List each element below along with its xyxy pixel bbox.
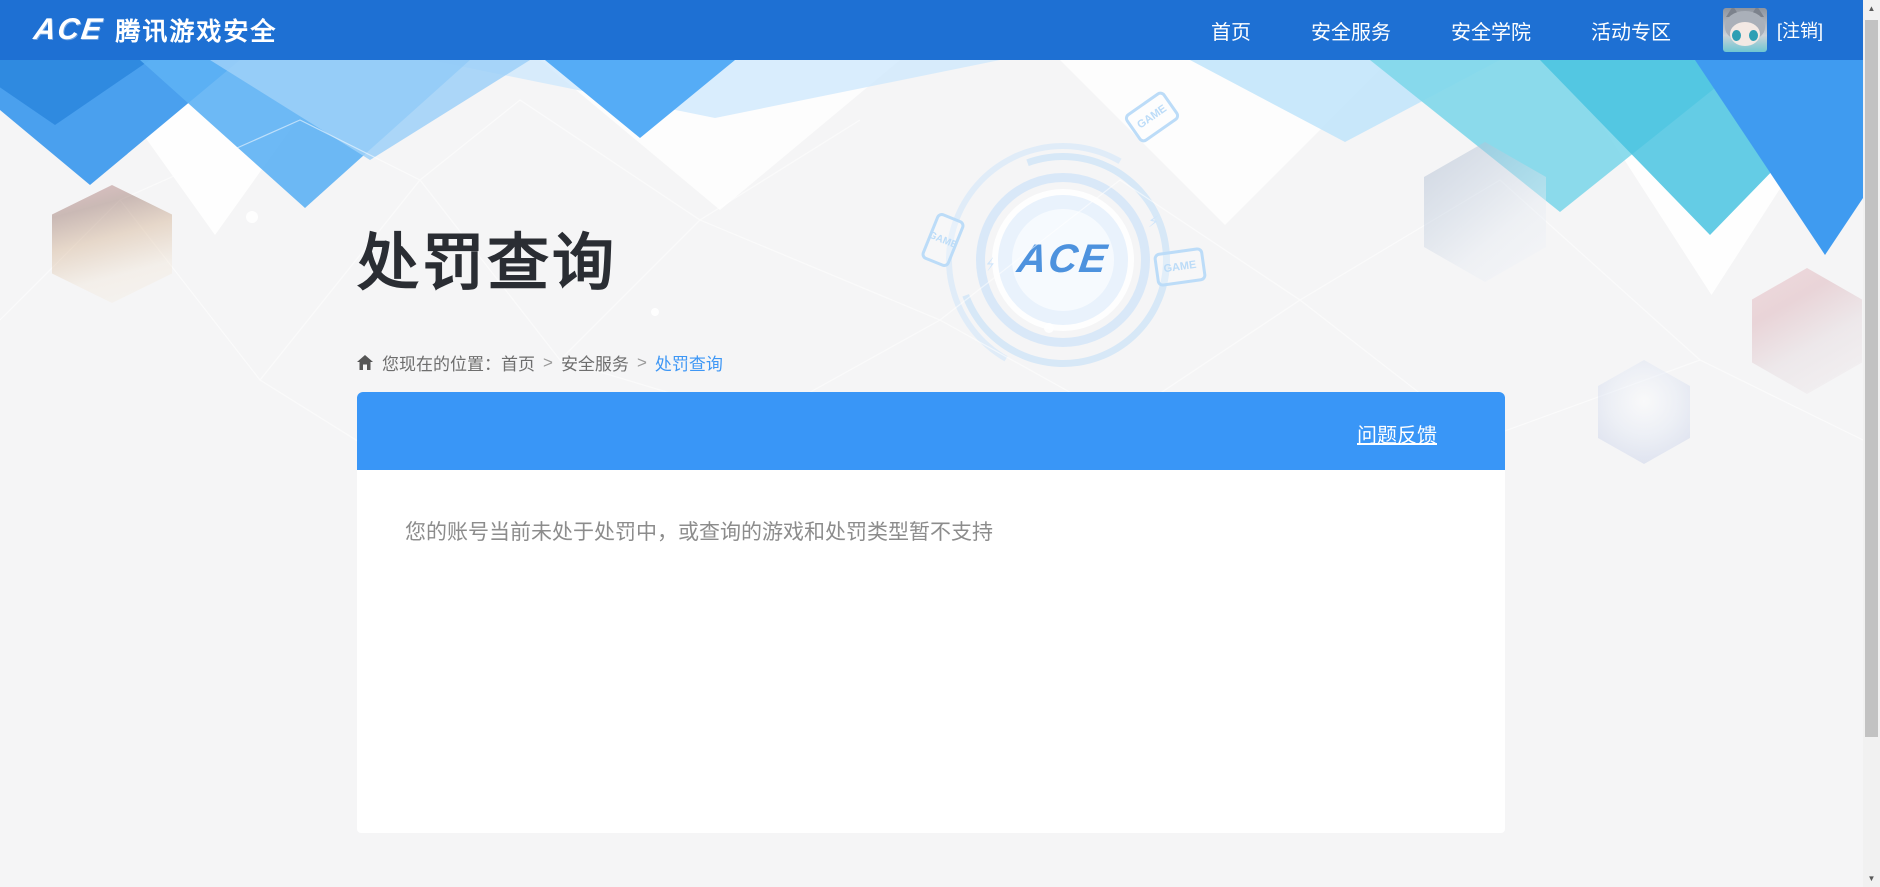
logout-link[interactable]: [注销] bbox=[1777, 17, 1823, 43]
result-panel: 您的账号当前未处于处罚中，或查询的游戏和处罚类型暂不支持 bbox=[357, 470, 1505, 833]
avatar-eye bbox=[1731, 30, 1741, 41]
top-navbar: ACE 腾讯游戏安全 首页 安全服务 安全学院 活动专区 [注销] bbox=[0, 0, 1863, 60]
nav-item-security-academy[interactable]: 安全学院 bbox=[1451, 16, 1531, 45]
home-icon bbox=[356, 354, 374, 372]
ace-logo-icon: ACE bbox=[31, 13, 106, 46]
brand-logo[interactable]: ACE 腾讯游戏安全 bbox=[31, 12, 278, 48]
teemo-hexagon-image bbox=[52, 185, 172, 303]
nav-item-home[interactable]: 首页 bbox=[1211, 16, 1251, 45]
page-title: 处罚查询 bbox=[357, 229, 618, 298]
character-hexagon-image bbox=[1752, 268, 1862, 394]
breadcrumb-separator: > bbox=[636, 352, 647, 372]
main-nav: 首页 安全服务 安全学院 活动专区 [注销] bbox=[1151, 8, 1823, 52]
breadcrumb-separator: > bbox=[543, 352, 553, 372]
feedback-link[interactable]: 问题反馈 bbox=[1357, 419, 1437, 448]
scroll-down-button[interactable]: ▼ bbox=[1863, 870, 1880, 887]
breadcrumb-current-link[interactable]: 处罚查询 bbox=[655, 350, 723, 375]
scrollbar-thumb[interactable] bbox=[1865, 20, 1878, 737]
user-avatar[interactable] bbox=[1722, 8, 1767, 52]
character-hexagon-image bbox=[1598, 360, 1690, 464]
breadcrumb: 您现在的位置： 首页 > 安全服务 > 处罚查询 bbox=[356, 350, 723, 375]
ace-emblem-logo-icon: ACE bbox=[1014, 237, 1112, 281]
breadcrumb-section-link[interactable]: 安全服务 bbox=[561, 350, 629, 375]
nav-item-activity-zone[interactable]: 活动专区 bbox=[1591, 16, 1671, 45]
breadcrumb-prefix: 您现在的位置： bbox=[382, 355, 501, 374]
brand-title: 腾讯游戏安全 bbox=[115, 18, 278, 46]
game-monitor-icon: GAME bbox=[1152, 246, 1208, 288]
avatar-eye bbox=[1748, 30, 1758, 41]
breadcrumb-home-link[interactable]: 首页 bbox=[501, 350, 535, 375]
lightning-icon: ⚡ bbox=[1148, 214, 1160, 231]
vertical-scrollbar[interactable]: ▲ ▼ bbox=[1863, 0, 1880, 887]
result-panel-header: 问题反馈 bbox=[357, 392, 1505, 470]
result-message: 您的账号当前未处于处罚中，或查询的游戏和处罚类型暂不支持 bbox=[405, 521, 993, 544]
hero-section: ACE GAME GAME GAME ⚡ ⚡ 处罚查询 您现在的位置： 首页 >… bbox=[0, 60, 1863, 887]
scroll-up-button[interactable]: ▲ bbox=[1863, 0, 1880, 17]
nav-item-security-services[interactable]: 安全服务 bbox=[1311, 16, 1391, 45]
